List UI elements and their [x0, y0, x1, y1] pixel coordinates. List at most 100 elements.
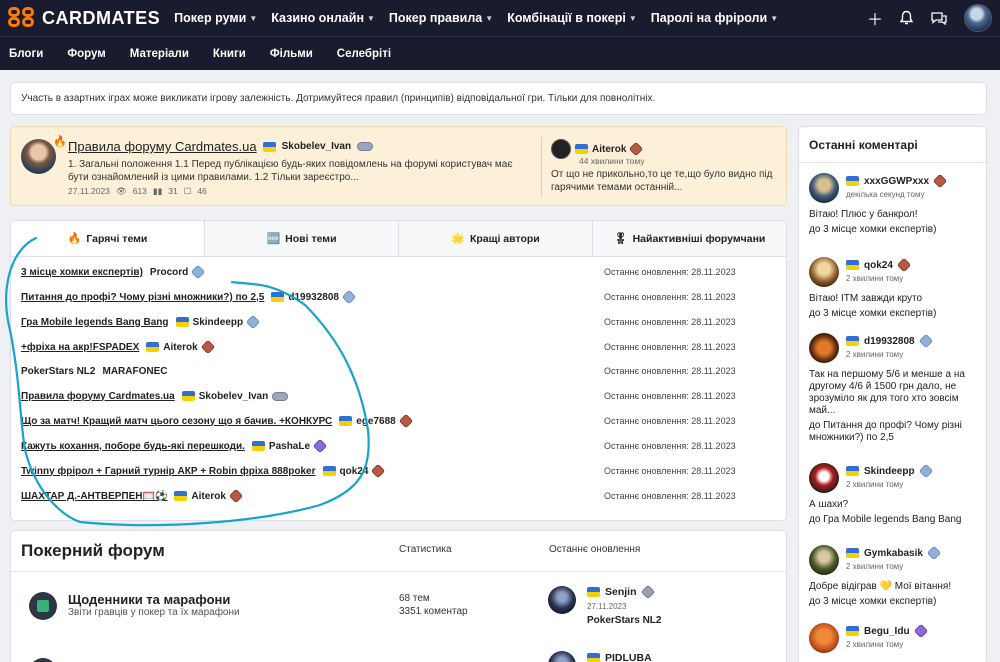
topic-title[interactable]: Кажуть кохання, поборе будь-які перешкод…: [21, 441, 245, 452]
subnav-books[interactable]: Книги: [213, 48, 246, 60]
topic-author: MARAFONEC: [102, 366, 167, 377]
commenter-name[interactable]: d19932808: [864, 336, 915, 347]
topic-row[interactable]: 3 місце хомки експертів) Procord Останнє о…: [21, 264, 776, 280]
commenter-name[interactable]: qok24: [864, 260, 893, 271]
tab-best-authors[interactable]: 🌟 Кращі автори: [398, 221, 592, 256]
tab-hot-topics[interactable]: 🔥 Гарячі теми: [11, 221, 204, 256]
last-author-name[interactable]: Senjin: [605, 586, 637, 598]
topic-row[interactable]: Питання до профі? Чому різні множники?) …: [21, 289, 776, 305]
last-comment-author[interactable]: Aiterok: [592, 144, 626, 155]
commenter-avatar[interactable]: [809, 333, 839, 363]
topic-row[interactable]: Twinny фрірол + Гарний турнір АКР + Robi…: [21, 463, 776, 479]
update-date: 28.11.2023: [691, 441, 736, 451]
author-name[interactable]: qok24: [340, 466, 369, 477]
ukraine-flag-icon: [846, 466, 859, 476]
topic-title[interactable]: ШАХТАР Д.-АНТВЕРПЕН🥅⚽: [21, 491, 167, 502]
topic-title[interactable]: Питання до профі? Чому різні множники?) …: [21, 292, 264, 303]
topic-row[interactable]: PokerStars NL2 MARAFONEC Останнє оновлення…: [21, 363, 776, 379]
subnav-materials[interactable]: Матеріали: [130, 48, 189, 60]
chevron-down-icon: ▼: [249, 13, 258, 23]
commenter-name[interactable]: xxxGGWPxxx: [864, 176, 929, 187]
topic-title[interactable]: +фріха на акр!FSPADEX: [21, 342, 139, 353]
pinned-author[interactable]: Skobelev_Ivan: [282, 141, 351, 152]
pinned-meta: 27.11.2023 👁 613 ▮▮ 31 ☐ 46: [68, 186, 207, 197]
tab-label: Нові теми: [285, 232, 337, 245]
last-author-avatar[interactable]: [548, 586, 576, 614]
menu-poker-rules[interactable]: Покер правила ▼: [389, 11, 493, 25]
topic-row[interactable]: ШАХТАР Д.-АНТВЕРПЕН🥅⚽ Aiterok Останнє онов…: [21, 488, 776, 504]
comment-text: Добре відіграв 💛 Мої вітання!: [809, 581, 952, 592]
author-name[interactable]: MARAFONEC: [102, 366, 167, 377]
ukraine-flag-icon: [846, 548, 859, 558]
user-avatar[interactable]: [964, 4, 992, 32]
topic-title[interactable]: Правила форуму Cardmates.ua: [21, 391, 175, 402]
commenter-avatar[interactable]: [809, 623, 839, 653]
topic-title[interactable]: PokerStars NL2: [21, 366, 95, 377]
author-name[interactable]: PashaLe: [269, 441, 310, 452]
poker-forum-panel: Покерний форум Статистика Останнє оновле…: [10, 530, 787, 662]
subnav-forum[interactable]: Форум: [67, 48, 105, 60]
commenter-name[interactable]: Skindeepp: [864, 466, 915, 477]
topic-row[interactable]: Гра Mobile legends Bang Bang Skindeepp Ост…: [21, 314, 776, 330]
tab-most-active[interactable]: 🎖 Найактивніші форумчани: [592, 221, 786, 256]
author-name[interactable]: Aiterok: [191, 491, 225, 502]
menu-freeroll-passwords[interactable]: Паролі на фріроли ▼: [651, 11, 778, 25]
comments-count: 46: [197, 186, 207, 196]
topic-title[interactable]: Гра Mobile legends Bang Bang: [21, 317, 169, 328]
menu-poker-rooms[interactable]: Покер руми ▼: [174, 11, 257, 25]
last-topic-link[interactable]: PokerStars NL2: [587, 615, 661, 626]
topic-title[interactable]: Twinny фрірол + Гарний турнір АКР + Robi…: [21, 466, 316, 477]
author-name[interactable]: Skobelev_Ivan: [199, 391, 268, 402]
comment-time: декілька секунд тому: [846, 190, 925, 199]
ukraine-flag-icon: [339, 416, 353, 426]
chat-icon[interactable]: [930, 11, 948, 26]
pinned-topic-card: 🔥 Правила форуму Cardmates.ua Skobelev_I…: [10, 126, 787, 206]
last-comment-avatar[interactable]: [551, 139, 571, 159]
comment-time: 2 хвилини тому: [846, 480, 904, 489]
forum-title: Покерний форум: [21, 541, 165, 560]
pinned-topic-title[interactable]: Правила форуму Cardmates.ua: [68, 139, 257, 154]
topics-panel: 🔥 Гарячі теми 🆕 Нові теми 🌟 Кращі автори 🎖 Н…: [10, 220, 787, 521]
tab-new-topics[interactable]: 🆕 Нові теми: [204, 221, 398, 256]
subnav-blogs[interactable]: Блоги: [9, 48, 43, 60]
last-comment-text[interactable]: От що не прикольно,то це те,що було видн…: [551, 169, 781, 194]
commenter-name[interactable]: Begu_Idu: [864, 626, 910, 637]
author-name[interactable]: Skindeepp: [193, 317, 244, 328]
author-avatar[interactable]: [21, 139, 56, 174]
last-author-name[interactable]: PIDLUBA: [605, 652, 652, 662]
commenter-name[interactable]: Gymkabasik: [864, 548, 923, 559]
author-name[interactable]: Procord: [150, 267, 188, 278]
author-name[interactable]: ege7688: [356, 416, 395, 427]
plus-icon[interactable]: ＋: [867, 6, 883, 30]
comment-topic-link[interactable]: до Гра Mobile legends Bang Bang: [809, 514, 979, 526]
comment-topic-link[interactable]: до Питання до профі? Чому різні множники…: [809, 420, 979, 444]
site-logo[interactable]: CARDMATES: [8, 7, 160, 29]
comment-topic-link[interactable]: до 3 місце хомки експертів): [809, 308, 979, 320]
ukraine-flag-icon: [251, 441, 265, 451]
fire-icon: 🔥: [67, 233, 82, 245]
topic-title[interactable]: 3 місце хомки експертів): [21, 267, 143, 278]
new-icon: 🆕: [266, 233, 281, 245]
subnav-celebrities[interactable]: Селебріті: [337, 48, 391, 60]
commenter-avatar[interactable]: [809, 545, 839, 575]
comment-topic-link[interactable]: до 3 місце хомки експертів): [809, 224, 979, 236]
topic-row[interactable]: +фріха на акр!FSPADEX Aiterok Останнє онов…: [21, 339, 776, 355]
topic-title[interactable]: Що за матч! Кращий матч цього сезону що …: [21, 416, 332, 427]
author-name[interactable]: d19932808: [288, 292, 339, 303]
commenter-avatar[interactable]: [809, 463, 839, 493]
topic-author: qok24: [322, 463, 386, 479]
menu-combinations[interactable]: Комбінації в покері ▼: [507, 11, 637, 25]
commenter-avatar[interactable]: [809, 173, 839, 203]
forum-category-name[interactable]: Щоденники та марафони: [68, 592, 230, 607]
commenter-avatar[interactable]: [809, 257, 839, 287]
menu-casino[interactable]: Казино онлайн ▼: [271, 11, 375, 25]
topic-row[interactable]: Кажуть кохання, поборе будь-які перешкод…: [21, 438, 776, 454]
menu-label: Покер правила: [388, 11, 483, 25]
topic-row[interactable]: Що за матч! Кращий матч цього сезону що …: [21, 413, 776, 429]
topic-row[interactable]: Правила форуму Cardmates.ua Skobelev_Ivan…: [21, 388, 776, 404]
subnav-films[interactable]: Фільми: [270, 48, 313, 60]
comment-topic-link[interactable]: до 3 місце хомки експертів): [809, 596, 979, 608]
last-author-avatar[interactable]: [548, 651, 576, 662]
bell-icon[interactable]: [899, 10, 914, 26]
author-name[interactable]: Aiterok: [163, 342, 197, 353]
